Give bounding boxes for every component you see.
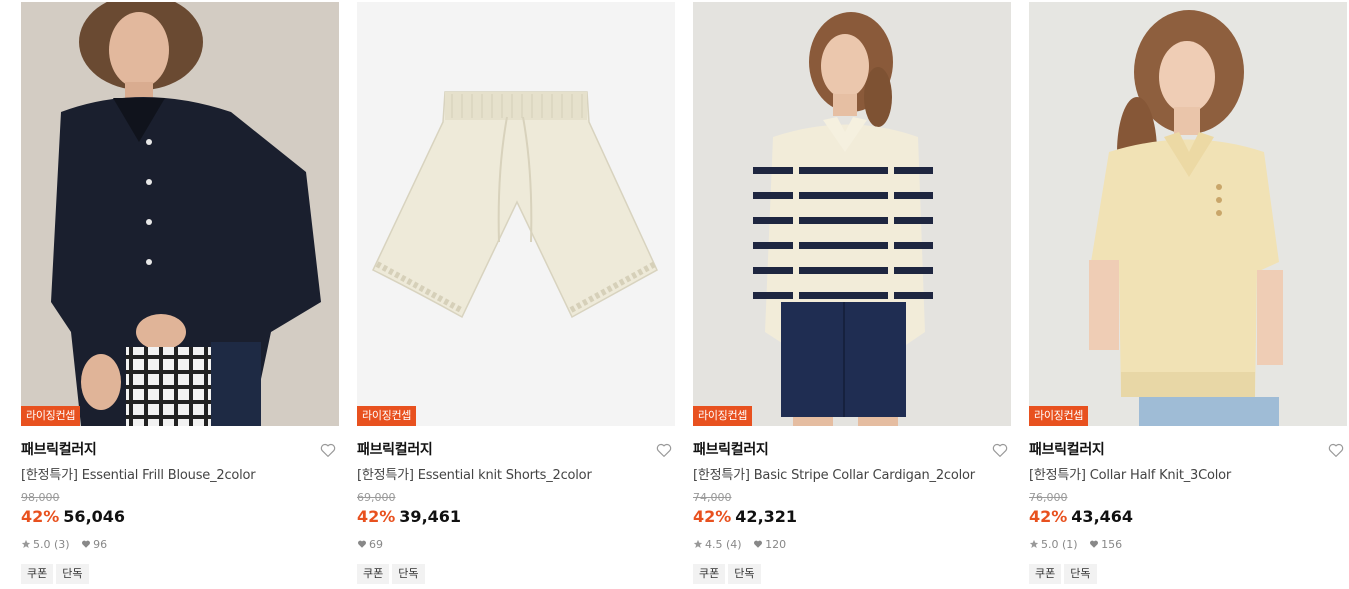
heart-filled-icon [754, 540, 763, 548]
sale-price: 43,464 [1071, 507, 1134, 526]
original-price: 69,000 [357, 491, 396, 504]
original-price: 76,000 [1029, 491, 1068, 504]
heart-outline-icon[interactable] [655, 441, 673, 459]
star-icon [693, 539, 703, 548]
product-badge: 라이징컨셉 [21, 406, 81, 426]
heart-outline-icon[interactable] [1327, 441, 1345, 459]
review-count: (4) [726, 538, 742, 551]
heart-outline-icon[interactable] [319, 441, 337, 459]
product-card[interactable]: 라이징컨셉 패브릭컬러지 [한정특가] Basic Stripe Collar … [693, 2, 1011, 584]
like-count: 156 [1101, 538, 1123, 551]
product-meta: 5.0 (3) 96 [21, 538, 339, 552]
product-photo [357, 2, 675, 426]
heart-outline-icon[interactable] [991, 441, 1009, 459]
price-row: 42% 42,321 [693, 506, 1011, 528]
discount-rate: 42% [357, 507, 396, 526]
brand-name[interactable]: 패브릭컬러지 [693, 440, 1011, 460]
product-photo [693, 2, 1011, 426]
product-photo [1029, 2, 1347, 426]
heart-filled-icon [357, 540, 367, 548]
rating-value: 5.0 [1041, 538, 1059, 551]
tag-list: 쿠폰 단독 [21, 562, 339, 584]
tag-exclusive: 단독 [1064, 564, 1097, 584]
product-meta: 69 [357, 538, 675, 552]
tag-coupon: 쿠폰 [357, 564, 390, 584]
product-grid: 라이징컨셉 패브릭컬러지 [한정특가] Essential Frill Blou… [0, 0, 1349, 589]
product-card[interactable]: 라이징컨셉 패브릭컬러지 [한정특가] Essential knit Short… [357, 2, 675, 584]
product-image[interactable]: 라이징컨셉 [1029, 2, 1347, 426]
product-meta: 4.5 (4) 120 [693, 538, 1011, 552]
tag-coupon: 쿠폰 [1029, 564, 1062, 584]
heart-filled-icon [82, 540, 91, 548]
discount-rate: 42% [693, 507, 732, 526]
brand-name[interactable]: 패브릭컬러지 [357, 440, 675, 460]
price-row: 42% 39,461 [357, 506, 675, 528]
original-price: 98,000 [21, 491, 60, 504]
tag-exclusive: 단독 [728, 564, 761, 584]
rating-value: 4.5 [705, 538, 723, 551]
rating-value: 5.0 [33, 538, 51, 551]
review-count: (3) [54, 538, 70, 551]
tag-list: 쿠폰 단독 [693, 562, 1011, 584]
heart-filled-icon [1090, 540, 1099, 548]
price-row: 42% 43,464 [1029, 506, 1347, 528]
product-badge: 라이징컨셉 [693, 406, 753, 426]
tag-list: 쿠폰 단독 [1029, 562, 1347, 584]
product-title[interactable]: [한정특가] Essential Frill Blouse_2color [21, 467, 339, 485]
product-title[interactable]: [한정특가] Basic Stripe Collar Cardigan_2col… [693, 467, 1011, 485]
original-price: 74,000 [693, 491, 732, 504]
product-meta: 5.0 (1) 156 [1029, 538, 1347, 552]
like-count: 69 [369, 538, 383, 551]
product-badge: 라이징컨셉 [357, 406, 417, 426]
product-title[interactable]: [한정특가] Essential knit Shorts_2color [357, 467, 675, 485]
like-count: 96 [93, 538, 108, 551]
discount-rate: 42% [1029, 507, 1068, 526]
product-photo [21, 2, 339, 426]
sale-price: 56,046 [63, 507, 126, 526]
product-image[interactable]: 라이징컨셉 [21, 2, 339, 426]
tag-coupon: 쿠폰 [21, 564, 54, 584]
tag-exclusive: 단독 [392, 564, 425, 584]
product-image[interactable]: 라이징컨셉 [357, 2, 675, 426]
tag-list: 쿠폰 단독 [357, 562, 675, 584]
discount-rate: 42% [21, 507, 60, 526]
product-title[interactable]: [한정특가] Collar Half Knit_3Color [1029, 467, 1347, 485]
product-image[interactable]: 라이징컨셉 [693, 2, 1011, 426]
product-card[interactable]: 라이징컨셉 패브릭컬러지 [한정특가] Essential Frill Blou… [21, 2, 339, 584]
review-count: (1) [1062, 538, 1078, 551]
star-icon [21, 539, 31, 548]
price-row: 42% 56,046 [21, 506, 339, 528]
like-count: 120 [765, 538, 787, 551]
product-badge: 라이징컨셉 [1029, 406, 1089, 426]
brand-name[interactable]: 패브릭컬러지 [1029, 440, 1347, 460]
brand-name[interactable]: 패브릭컬러지 [21, 440, 339, 460]
tag-coupon: 쿠폰 [693, 564, 726, 584]
star-icon [1029, 539, 1039, 548]
tag-exclusive: 단독 [56, 564, 89, 584]
product-card[interactable]: 라이징컨셉 패브릭컬러지 [한정특가] Collar Half Knit_3Co… [1029, 2, 1347, 584]
sale-price: 39,461 [399, 507, 462, 526]
sale-price: 42,321 [735, 507, 798, 526]
